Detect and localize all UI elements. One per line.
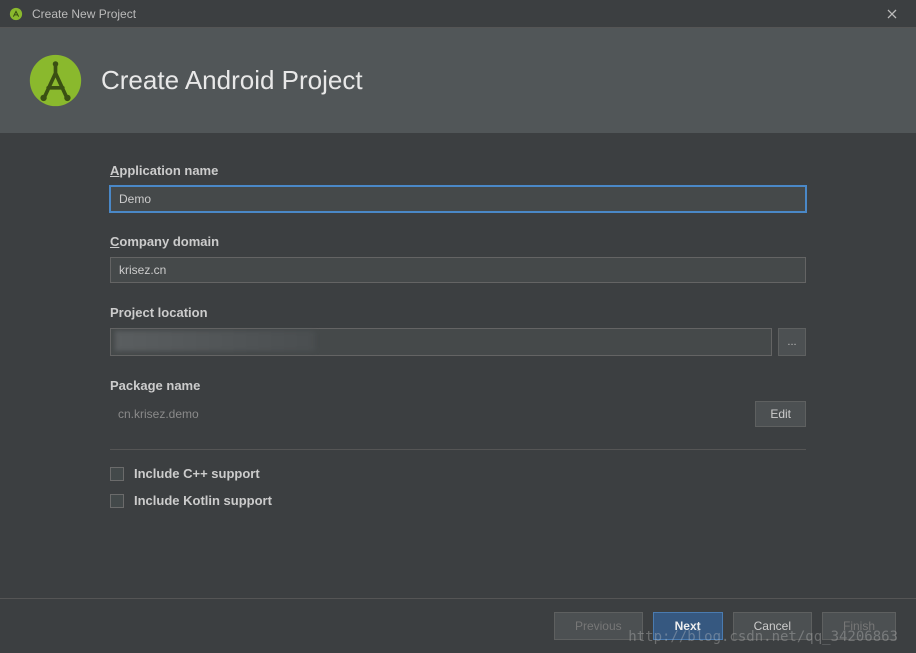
project-location-group: Project location ...	[110, 305, 806, 356]
dialog-header: Create Android Project	[0, 28, 916, 133]
package-name-value: cn.krisez.demo	[110, 401, 745, 427]
dialog-title: Create Android Project	[101, 65, 363, 96]
application-name-input[interactable]	[110, 186, 806, 212]
include-kotlin-label: Include Kotlin support	[134, 493, 272, 508]
include-kotlin-checkbox[interactable]	[110, 494, 124, 508]
previous-button[interactable]: Previous	[554, 612, 643, 640]
include-cpp-label: Include C++ support	[134, 466, 260, 481]
window-title: Create New Project	[32, 7, 876, 21]
package-name-label: Package name	[110, 378, 806, 393]
include-kotlin-checkbox-row[interactable]: Include Kotlin support	[110, 493, 806, 508]
cancel-button[interactable]: Cancel	[733, 612, 812, 640]
project-location-label: Project location	[110, 305, 806, 320]
project-location-input[interactable]	[110, 328, 772, 356]
next-button[interactable]: Next	[653, 612, 723, 640]
application-name-label: Application name	[110, 163, 806, 178]
package-name-group: Package name cn.krisez.demo Edit	[110, 378, 806, 427]
include-cpp-checkbox[interactable]	[110, 467, 124, 481]
application-name-group: Application name	[110, 163, 806, 212]
company-domain-input[interactable]	[110, 257, 806, 283]
browse-button[interactable]: ...	[778, 328, 806, 356]
finish-button[interactable]: Finish	[822, 612, 896, 640]
close-button[interactable]	[876, 0, 908, 28]
edit-button[interactable]: Edit	[755, 401, 806, 427]
android-studio-icon	[8, 6, 24, 22]
android-studio-logo-icon	[28, 53, 83, 108]
separator	[110, 449, 806, 450]
include-cpp-checkbox-row[interactable]: Include C++ support	[110, 466, 806, 481]
dialog-content: Application name Company domain Project …	[0, 133, 916, 598]
dialog-footer: Previous Next Cancel Finish	[0, 598, 916, 653]
redacted-path	[115, 331, 315, 351]
titlebar: Create New Project	[0, 0, 916, 28]
company-domain-label: Company domain	[110, 234, 806, 249]
company-domain-group: Company domain	[110, 234, 806, 283]
